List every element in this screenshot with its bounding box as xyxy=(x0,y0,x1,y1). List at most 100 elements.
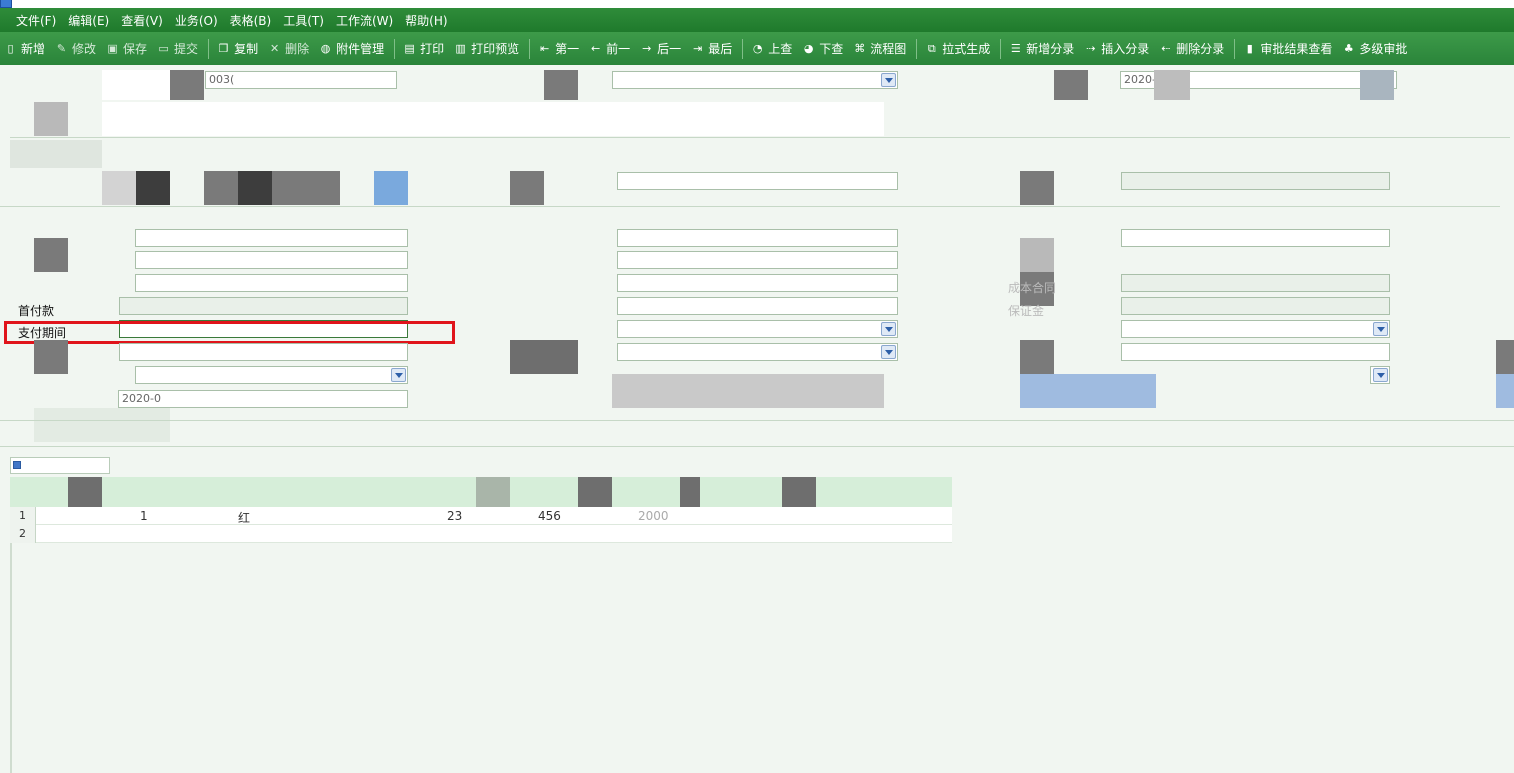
dropdown-arrow-icon[interactable] xyxy=(881,322,896,336)
toolbar-button-13[interactable]: ◔ 上查 xyxy=(751,40,792,57)
menu-item-0[interactable]: 文件(F) xyxy=(16,12,56,29)
menu-item-5[interactable]: 工具(T) xyxy=(283,12,324,29)
menu-item-2[interactable]: 查看(V) xyxy=(121,12,163,29)
approval-result-icon: ▮ xyxy=(1246,42,1253,55)
toolbar-button-11[interactable]: → 后一 xyxy=(640,40,681,57)
menu-item-6[interactable]: 工作流(W) xyxy=(336,12,393,29)
redacted-block xyxy=(1154,70,1190,100)
menu-item-4[interactable]: 表格(B) xyxy=(230,12,272,29)
grid-header xyxy=(10,477,952,511)
redacted-block xyxy=(578,477,612,511)
toolbar-button-14[interactable]: ◕ 下查 xyxy=(802,40,843,57)
toolbar-button-6[interactable]: ◍ 附件管理 xyxy=(319,40,384,57)
toolbar-button-20[interactable]: ▮ 审批结果查看 xyxy=(1243,40,1333,57)
cost-contract-label: 成本合同 xyxy=(1008,281,1057,295)
toolbar-label: 多级审批 xyxy=(1359,42,1408,56)
delete-x-icon: ✕ xyxy=(269,42,280,55)
redacted-block xyxy=(544,70,578,100)
toolbar-label: 打印 xyxy=(420,42,445,56)
toolbar-button-1[interactable]: ✎ 修改 xyxy=(55,40,96,57)
dropdown-arrow-icon[interactable] xyxy=(391,368,406,382)
prepay-field xyxy=(119,297,408,315)
text-field[interactable] xyxy=(135,229,408,247)
text-field[interactable] xyxy=(1121,343,1390,361)
dropdown-arrow-icon[interactable] xyxy=(1373,322,1388,336)
redacted-block xyxy=(170,70,204,100)
text-field[interactable] xyxy=(119,343,408,361)
grid-cell[interactable]: 红 xyxy=(238,509,250,526)
toolbar-button-9[interactable]: ⇤ 第一 xyxy=(538,40,579,57)
menu-item-1[interactable]: 编辑(E) xyxy=(68,12,109,29)
toolbar-button-0[interactable]: ▯ 新增 xyxy=(4,40,45,57)
multi-approval-icon: ♣ xyxy=(1343,42,1354,55)
toolbar-separator xyxy=(208,38,210,59)
dropdown-field[interactable] xyxy=(617,343,898,361)
toolbar-button-4[interactable]: ❐ 复制 xyxy=(217,40,258,57)
text-field[interactable] xyxy=(617,251,898,269)
redacted-block xyxy=(34,340,68,374)
contract-name-field[interactable] xyxy=(612,71,898,89)
dropdown-arrow-icon[interactable] xyxy=(881,73,896,87)
grid-cell[interactable]: 23 xyxy=(447,509,462,523)
toolbar-button-2[interactable]: ▣ 保存 xyxy=(106,40,147,57)
redacted-block xyxy=(102,102,884,136)
project-field[interactable] xyxy=(617,172,898,190)
redacted-block xyxy=(510,171,544,205)
toolbar-button-3[interactable]: ▭ 提交 xyxy=(157,40,198,57)
toolbar-button-5[interactable]: ✕ 删除 xyxy=(268,40,309,57)
toolbar-button-17[interactable]: ☰ 新增分录 xyxy=(1009,40,1074,57)
new-doc-icon: ▯ xyxy=(7,42,14,55)
grid-cell[interactable]: 2000 xyxy=(638,509,669,523)
select-dropdown[interactable] xyxy=(1121,320,1390,338)
redacted-block xyxy=(10,140,102,168)
toolbar-button-7[interactable]: ▤ 打印 xyxy=(403,40,444,57)
grid-cell[interactable]: 456 xyxy=(538,509,561,523)
redacted-block xyxy=(34,238,68,272)
menu-item-7[interactable]: 帮助(H) xyxy=(405,12,447,29)
dropdown-field[interactable] xyxy=(1370,366,1390,384)
toolbar-label: 删除分录 xyxy=(1176,42,1225,56)
dropdown-arrow-icon[interactable] xyxy=(1373,368,1388,382)
table-row[interactable]: 2 xyxy=(10,525,952,543)
toolbar-button-18[interactable]: ⇢ 插入分录 xyxy=(1084,40,1149,57)
text-field[interactable] xyxy=(135,251,408,269)
deposit-field xyxy=(1121,297,1390,315)
toolbar-button-12[interactable]: ⇥ 最后 xyxy=(691,40,732,57)
toolbar-separator xyxy=(529,38,531,59)
text-field[interactable] xyxy=(617,274,898,292)
toolbar-label: 新增分录 xyxy=(1026,42,1075,56)
toolbar-label: 流程图 xyxy=(870,42,907,56)
next-arrow-icon: → xyxy=(642,42,652,55)
type-dropdown[interactable] xyxy=(135,366,408,384)
text-field[interactable] xyxy=(1121,229,1390,247)
text-field[interactable] xyxy=(617,229,898,247)
prev-arrow-icon: ← xyxy=(591,42,601,55)
dropdown-arrow-icon[interactable] xyxy=(881,345,896,359)
readonly-field xyxy=(1121,172,1390,190)
toolbar-button-15[interactable]: ⌘ 流程图 xyxy=(853,40,906,57)
toolbar-button-8[interactable]: ▥ 打印预览 xyxy=(454,40,519,57)
submit-icon: ▭ xyxy=(158,42,169,55)
grid-cell[interactable]: 1 xyxy=(140,509,148,523)
table-row[interactable]: 1 1 红 23 456 2000 xyxy=(10,507,952,525)
toolbar-label: 前一 xyxy=(606,42,631,56)
section-divider xyxy=(0,206,1500,207)
redacted-block xyxy=(238,171,272,205)
toolbar-button-19[interactable]: ⇠ 删除分录 xyxy=(1159,40,1224,57)
toolbar-label: 复制 xyxy=(234,42,259,56)
print-preview-icon: ▥ xyxy=(455,42,466,55)
toolbar-label: 第一 xyxy=(555,42,580,56)
period-dropdown[interactable] xyxy=(617,320,898,338)
prepay-label: 首付款 xyxy=(18,304,55,318)
add-entry-icon: ☰ xyxy=(1010,42,1021,55)
ratio-field[interactable] xyxy=(617,297,898,315)
toolbar-button-16[interactable]: ⧉ 拉式生成 xyxy=(925,40,990,57)
sign-date-field[interactable]: 2020-0 xyxy=(118,390,408,408)
toolbar-button-21[interactable]: ♣ 多级审批 xyxy=(1342,40,1407,57)
section-divider xyxy=(0,420,1514,421)
menu-item-3[interactable]: 业务(O) xyxy=(175,12,218,29)
toolbar-button-10[interactable]: ← 前一 xyxy=(589,40,630,57)
entry-tab[interactable] xyxy=(10,457,110,474)
bill-number-field[interactable]: 003( xyxy=(205,71,397,89)
text-field[interactable] xyxy=(135,274,408,292)
